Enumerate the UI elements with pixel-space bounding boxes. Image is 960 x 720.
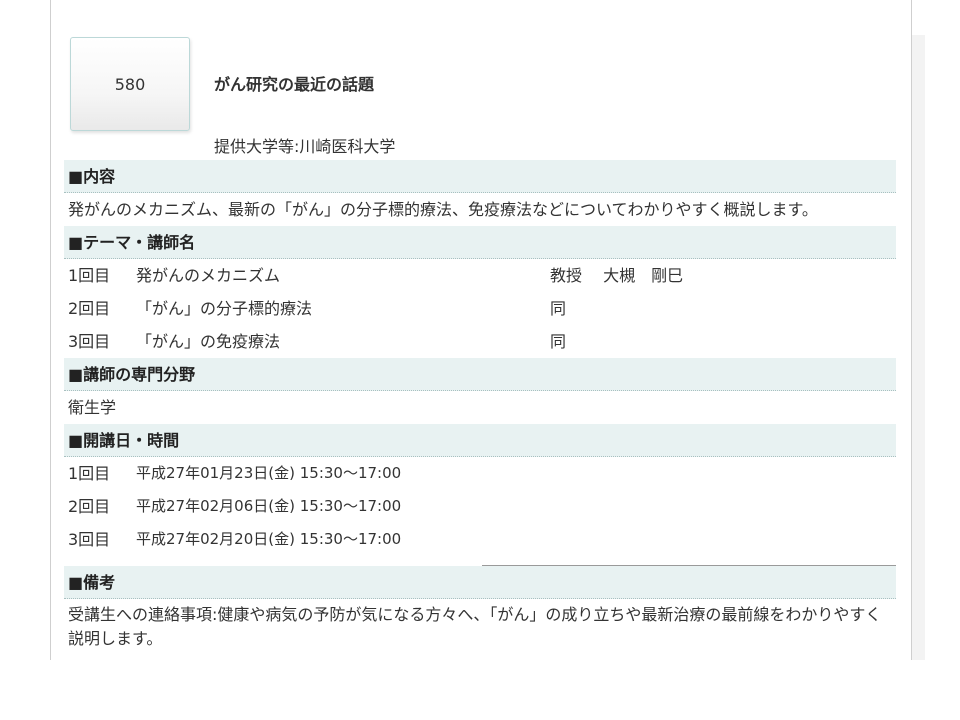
session-number: 1回目 — [68, 464, 111, 483]
provider-text: 提供大学等:川崎医科大学 — [214, 137, 396, 156]
course-details: ■内容 発がんのメカニズム、最新の「がん」の分子標的療法、免疫療法などについてわ… — [64, 160, 896, 651]
session-theme: 「がん」の分子標的療法 — [136, 299, 313, 318]
session-lecturer: 教授 大槻 剛巳 — [550, 266, 684, 285]
course-title: がん研究の最近の話題 — [214, 75, 375, 94]
session-lecturer: 同 — [550, 332, 567, 351]
session-number: 3回目 — [68, 332, 111, 351]
themes-list: 1回目 発がんのメカニズム 教授 大槻 剛巳 2回目 「がん」の分子標的療法 同… — [64, 259, 896, 358]
scroll-shadow — [912, 35, 925, 660]
schedule-row: 1回目 平成27年01月23日(金) 15:30〜17:00 — [68, 457, 896, 490]
section-header-specialty: ■講師の専門分野 — [64, 358, 896, 391]
divider — [68, 556, 896, 566]
theme-row: 3回目 「がん」の免疫療法 同 — [68, 325, 896, 358]
specialty-text: 衛生学 — [68, 398, 117, 417]
session-number: 3回目 — [68, 530, 111, 549]
session-datetime: 平成27年02月20日(金) 15:30〜17:00 — [136, 530, 402, 548]
section-header-schedule: ■開講日・時間 — [64, 424, 896, 457]
course-number-badge: 580 — [70, 37, 190, 131]
session-theme: 発がんのメカニズム — [136, 266, 281, 285]
section-header-content: ■内容 — [64, 160, 896, 193]
schedule-list: 1回目 平成27年01月23日(金) 15:30〜17:00 2回目 平成27年… — [64, 457, 896, 566]
session-lecturer: 同 — [550, 299, 567, 318]
section-header-remarks: ■備考 — [64, 566, 896, 599]
remarks-text: 受講生への連絡事項:健康や病気の予防が気になる方々へ、「がん」の成り立ちや最新治… — [68, 605, 882, 648]
course-number: 580 — [114, 74, 146, 94]
session-number: 2回目 — [68, 299, 111, 318]
session-number: 1回目 — [68, 266, 111, 285]
session-theme: 「がん」の免疫療法 — [136, 332, 281, 351]
content-description: 発がんのメカニズム、最新の「がん」の分子標的療法、免疫療法などについてわかりやす… — [68, 200, 818, 219]
divider-line — [482, 565, 896, 566]
schedule-row: 3回目 平成27年02月20日(金) 15:30〜17:00 — [68, 523, 896, 556]
session-number: 2回目 — [68, 497, 111, 516]
theme-row: 2回目 「がん」の分子標的療法 同 — [68, 292, 896, 325]
section-header-themes: ■テーマ・講師名 — [64, 226, 896, 259]
theme-row: 1回目 発がんのメカニズム 教授 大槻 剛巳 — [68, 259, 896, 292]
schedule-row: 2回目 平成27年02月06日(金) 15:30〜17:00 — [68, 490, 896, 523]
session-datetime: 平成27年01月23日(金) 15:30〜17:00 — [136, 464, 402, 482]
session-datetime: 平成27年02月06日(金) 15:30〜17:00 — [136, 497, 402, 515]
